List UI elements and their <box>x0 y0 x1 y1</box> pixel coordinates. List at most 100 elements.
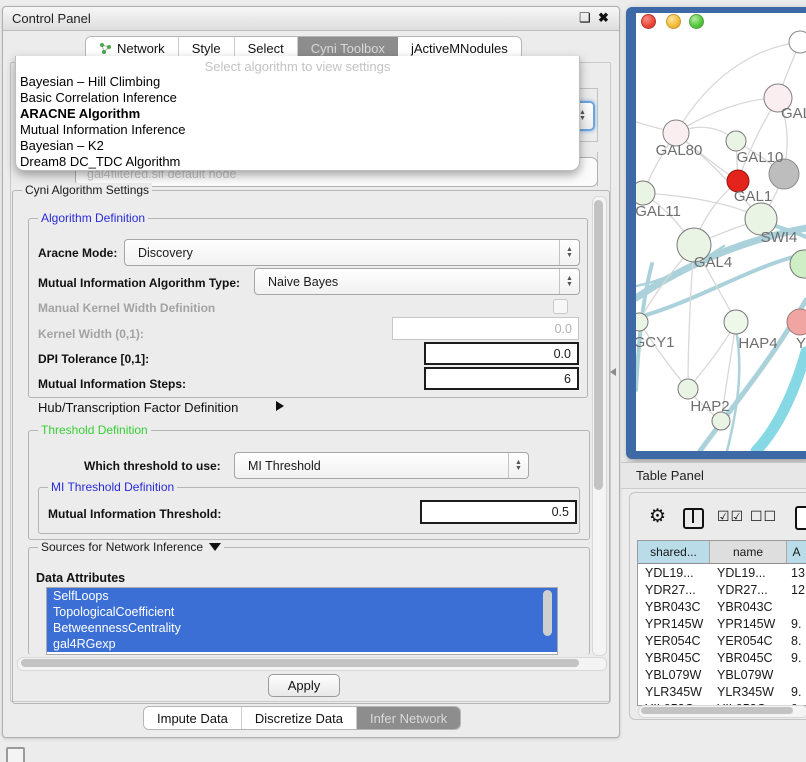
mi-type-combo[interactable]: Naive Bayes ▲▼ <box>254 268 580 295</box>
network-node-label: HAP2 <box>690 398 729 415</box>
table-panel-title: Table Panel <box>636 468 704 483</box>
table-row[interactable]: YBL079WYBL079W <box>638 666 806 683</box>
table-header-row: shared... name A <box>638 541 806 564</box>
column-header-name[interactable]: name <box>710 541 787 563</box>
tab-infer-network[interactable]: Infer Network <box>357 707 460 729</box>
which-threshold-label: Which threshold to use: <box>84 459 221 473</box>
close-window-icon[interactable]: ✖ <box>598 10 609 26</box>
table-hscrollbar[interactable] <box>638 705 806 718</box>
dpi-tolerance-field[interactable]: 0.0 <box>424 342 579 365</box>
network-node[interactable] <box>726 131 746 151</box>
dropdown-item[interactable]: Bayesian – K2 <box>16 138 579 154</box>
dropdown-item[interactable]: Mutual Information Inference <box>16 122 579 138</box>
aracne-mode-combo[interactable]: Discovery ▲▼ <box>124 239 580 266</box>
deselect-all-checkboxes-icon[interactable]: ☐☐ <box>750 508 777 525</box>
attribute-item-selected[interactable]: BetweennessCentrality <box>47 620 557 636</box>
dropdown-item-selected[interactable]: ARACNE Algorithm <box>16 106 579 122</box>
dropdown-prompt: Select algorithm to view settings <box>16 56 579 74</box>
network-node-label: GAL11 <box>636 203 681 220</box>
select-all-checkboxes-icon[interactable]: ☑☑ <box>717 508 744 525</box>
hub-expand-arrow-icon[interactable] <box>276 401 284 411</box>
network-edge[interactable] <box>639 322 688 389</box>
new-table-icon[interactable] <box>795 506 806 530</box>
columns-icon[interactable] <box>683 508 704 529</box>
network-node-label: HAP4 <box>738 335 777 352</box>
settings-vscrollbar[interactable] <box>592 196 607 656</box>
network-node-label: GAL4 <box>694 254 732 271</box>
dpi-tolerance-label: DPI Tolerance [0,1]: <box>38 352 149 366</box>
sources-group-title: Sources for Network Inference <box>41 540 203 554</box>
mac-zoom-button[interactable] <box>689 14 704 29</box>
mac-minimize-button[interactable] <box>666 14 681 29</box>
network-node[interactable] <box>678 379 698 399</box>
gear-icon[interactable]: ⚙ <box>649 505 666 528</box>
network-graph: GALGAL80GAL10GAL1GAL11SWI4GAL4GCY1HAP4YH… <box>636 13 806 451</box>
group-border-fragment <box>580 141 598 142</box>
mi-steps-label: Mutual Information Steps: <box>38 377 186 391</box>
network-node[interactable] <box>636 181 655 205</box>
network-node[interactable] <box>789 31 806 53</box>
table-row[interactable]: YBR045CYBR045C9. <box>638 649 806 666</box>
table-row[interactable]: YER054CYER054C8. <box>638 632 806 649</box>
network-canvas[interactable]: GALGAL80GAL10GAL1GAL11SWI4GAL4GCY1HAP4YH… <box>636 13 806 451</box>
mac-close-button[interactable] <box>641 14 656 29</box>
combo-stepper-icon: ▲▼ <box>508 453 528 478</box>
threshold-definition-title: Threshold Definition <box>38 423 151 437</box>
dropdown-item[interactable]: Basic Correlation Inference <box>16 90 579 106</box>
column-header-shared-name[interactable]: shared... <box>638 541 710 563</box>
table-row[interactable]: YLR345WYLR345W9. <box>638 683 806 700</box>
kernel-width-field[interactable]: 0.0 <box>392 317 579 340</box>
network-node[interactable] <box>724 310 748 334</box>
network-node[interactable] <box>790 250 806 278</box>
manual-kernel-label: Manual Kernel Width Definition <box>38 301 215 315</box>
tab-impute-data[interactable]: Impute Data <box>144 707 242 729</box>
sources-collapse-arrow-icon[interactable] <box>209 543 221 551</box>
hub-definition-label: Hub/Transcription Factor Definition <box>38 400 238 415</box>
table-row[interactable]: YPR145WYPR145W9. <box>638 615 806 632</box>
node-table: shared... name A YDL19...YDL19...13 YDR2… <box>637 540 806 706</box>
mi-steps-field[interactable]: 6 <box>424 367 579 390</box>
algorithm-dropdown-popup: Select algorithm to view settings Bayesi… <box>15 56 580 171</box>
settings-hscrollbar-thumb[interactable] <box>21 659 579 667</box>
network-node-label: GAL80 <box>656 142 703 159</box>
apply-button[interactable]: Apply <box>268 674 340 697</box>
dropdown-item[interactable]: Dream8 DC_TDC Algorithm <box>16 154 579 170</box>
cyni-algorithm-settings-title: Cyni Algorithm Settings <box>22 183 152 197</box>
table-row[interactable]: YDL19...YDL19...13 <box>638 564 806 581</box>
float-window-icon[interactable]: ❑ <box>579 10 591 26</box>
network-node-label: GAL1 <box>734 188 772 205</box>
table-panel-titlebar[interactable]: Table Panel <box>621 462 806 489</box>
table-row[interactable]: YBR043CYBR043C <box>638 598 806 615</box>
settings-hscrollbar[interactable] <box>17 657 607 671</box>
docked-window-icon[interactable] <box>6 747 25 762</box>
network-tab-icon <box>99 42 112 55</box>
attribute-item-selected[interactable]: TopologicalCoefficient <box>47 604 557 620</box>
table-row[interactable]: YDR27...YDR27...12 <box>638 581 806 598</box>
dropdown-item[interactable]: Bayesian – Hill Climbing <box>16 74 579 90</box>
settings-vscrollbar-thumb[interactable] <box>594 200 603 490</box>
tab-network-label: Network <box>117 41 165 56</box>
network-node-label: GCY1 <box>636 334 674 351</box>
attribute-item-selected[interactable]: SelfLoops <box>47 588 557 604</box>
mi-type-label: Mutual Information Algorithm Type: <box>38 276 240 290</box>
group-border-fragment <box>580 88 598 89</box>
which-threshold-value: MI Threshold <box>235 459 321 473</box>
table-hscrollbar-thumb[interactable] <box>641 707 793 714</box>
control-panel-titlebar[interactable]: Control Panel ❑ ✖ <box>3 7 619 31</box>
mi-threshold-field[interactable]: 0.5 <box>420 500 577 524</box>
data-attributes-list[interactable]: SelfLoops TopologicalCoefficient Between… <box>46 587 558 655</box>
network-view-window: GALGAL80GAL10GAL1GAL11SWI4GAL4GCY1HAP4YH… <box>626 7 806 459</box>
panel-collapse-arrow[interactable] <box>610 368 616 376</box>
network-node-label: SWI4 <box>761 229 798 246</box>
mi-threshold-label: Mutual Information Threshold: <box>48 507 221 521</box>
algorithm-definition-title: Algorithm Definition <box>38 211 148 225</box>
manual-kernel-checkbox[interactable] <box>553 299 568 314</box>
attributes-vscrollbar-thumb[interactable] <box>543 590 552 636</box>
column-header-clipped[interactable]: A <box>787 541 806 563</box>
which-threshold-combo[interactable]: MI Threshold ▲▼ <box>234 452 529 479</box>
attribute-item-selected[interactable]: gal4RGexp <box>47 636 557 652</box>
network-node-label: GAL10 <box>737 149 784 166</box>
bottom-tabbar: Impute Data Discretize Data Infer Networ… <box>143 706 461 730</box>
mi-threshold-definition-title: MI Threshold Definition <box>48 480 177 494</box>
tab-discretize-data[interactable]: Discretize Data <box>242 707 357 729</box>
